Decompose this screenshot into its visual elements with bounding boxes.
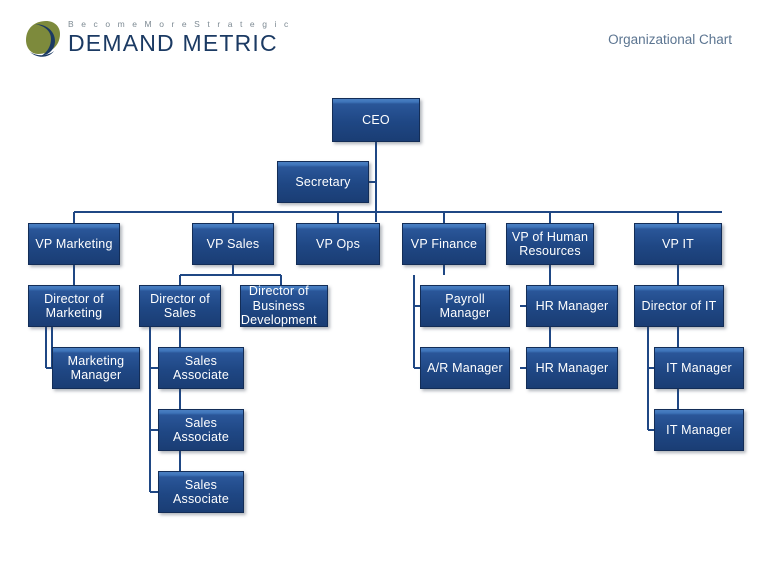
org-node-secretary[interactable]: Secretary: [277, 161, 369, 203]
org-node-vp_sales[interactable]: VP Sales: [192, 223, 274, 265]
org-node-label: HR Manager: [535, 360, 609, 375]
org-node-vp_ops[interactable]: VP Ops: [296, 223, 380, 265]
org-node-vp_hr[interactable]: VP of Human Resources: [506, 223, 594, 265]
org-node-it_mgr_2[interactable]: IT Manager: [654, 409, 744, 451]
org-node-sales_a3[interactable]: Sales Associate: [158, 471, 244, 513]
org-chart-slide: B e c o m e M o r e S t r a t e g i c DE…: [0, 0, 768, 576]
org-node-label: Director of Marketing: [44, 291, 104, 321]
org-node-mkt_mgr[interactable]: Marketing Manager: [52, 347, 140, 389]
org-node-payroll[interactable]: Payroll Manager: [420, 285, 510, 327]
org-node-label: VP Ops: [315, 236, 361, 251]
org-node-label: Sales Associate: [173, 415, 229, 445]
org-node-hr_mgr_1[interactable]: HR Manager: [526, 285, 618, 327]
org-node-label: Director of Business Development: [240, 284, 317, 328]
org-node-sales_a2[interactable]: Sales Associate: [158, 409, 244, 451]
org-chart: CEO Secretary VP Marketing VP Sales VP Ops VP…: [0, 0, 768, 576]
org-node-label: VP Finance: [410, 236, 478, 251]
org-node-it_mgr_1[interactable]: IT Manager: [654, 347, 744, 389]
org-node-vp_it[interactable]: VP IT: [634, 223, 722, 265]
org-node-dir_mkt[interactable]: Director of Marketing: [28, 285, 120, 327]
org-node-ceo[interactable]: CEO: [332, 98, 420, 142]
org-node-label: VP of Human Resources: [511, 229, 589, 259]
org-node-label: CEO: [362, 112, 390, 127]
org-node-label: Payroll Manager: [439, 291, 491, 321]
org-node-label: Director of Sales: [150, 291, 210, 321]
org-node-sales_a1[interactable]: Sales Associate: [158, 347, 244, 389]
org-node-label: VP Marketing: [35, 236, 113, 251]
org-node-label: Sales Associate: [173, 477, 229, 507]
org-node-label: VP Sales: [206, 236, 260, 251]
org-node-label: Secretary: [295, 174, 351, 189]
org-node-label: Marketing Manager: [67, 353, 125, 383]
org-node-dir_sales[interactable]: Director of Sales: [139, 285, 221, 327]
org-node-label: Director of IT: [641, 298, 717, 313]
org-node-label: VP IT: [661, 236, 695, 251]
org-node-dir_bd[interactable]: Director of Business Development: [240, 284, 328, 327]
org-node-label: IT Manager: [666, 360, 732, 375]
org-node-label: Sales Associate: [173, 353, 229, 383]
org-node-ar_mgr[interactable]: A/R Manager: [420, 347, 510, 389]
org-node-label: A/R Manager: [427, 360, 503, 375]
org-node-dir_it[interactable]: Director of IT: [634, 285, 724, 327]
org-node-vp_fin[interactable]: VP Finance: [402, 223, 486, 265]
org-node-label: HR Manager: [535, 298, 609, 313]
org-node-vp_mkt[interactable]: VP Marketing: [28, 223, 120, 265]
org-node-label: IT Manager: [666, 422, 732, 437]
org-node-hr_mgr_2[interactable]: HR Manager: [526, 347, 618, 389]
